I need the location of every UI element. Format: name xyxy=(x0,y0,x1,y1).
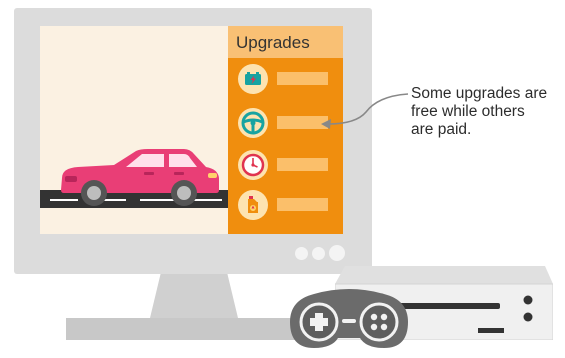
upgrades-panel-header: Upgrades xyxy=(228,26,343,58)
annotation-line: are paid. xyxy=(411,121,472,138)
gamepad[interactable] xyxy=(286,286,412,358)
annotation-line: free while others xyxy=(411,103,525,120)
monitor-base xyxy=(66,318,318,340)
power-button[interactable] xyxy=(329,245,345,261)
speedometer-icon[interactable] xyxy=(238,150,268,180)
battery-icon[interactable] xyxy=(238,64,268,94)
annotation-arrow xyxy=(321,93,409,129)
upgrade-item-bar[interactable] xyxy=(277,198,328,211)
annotation-line: Some upgrades are xyxy=(411,85,548,102)
monitor-button[interactable] xyxy=(295,247,308,260)
monitor-stand xyxy=(150,274,238,318)
annotation-text: Some upgrades are free while others are … xyxy=(411,85,561,139)
game-screen: Upgrades xyxy=(40,26,343,234)
steering-wheel-icon[interactable] xyxy=(238,108,268,138)
car xyxy=(61,149,219,206)
fuel-canister-icon[interactable] xyxy=(238,190,268,220)
upgrade-item-bar[interactable] xyxy=(277,158,328,171)
monitor-button[interactable] xyxy=(312,247,325,260)
upgrades-title: Upgrades xyxy=(236,33,310,52)
